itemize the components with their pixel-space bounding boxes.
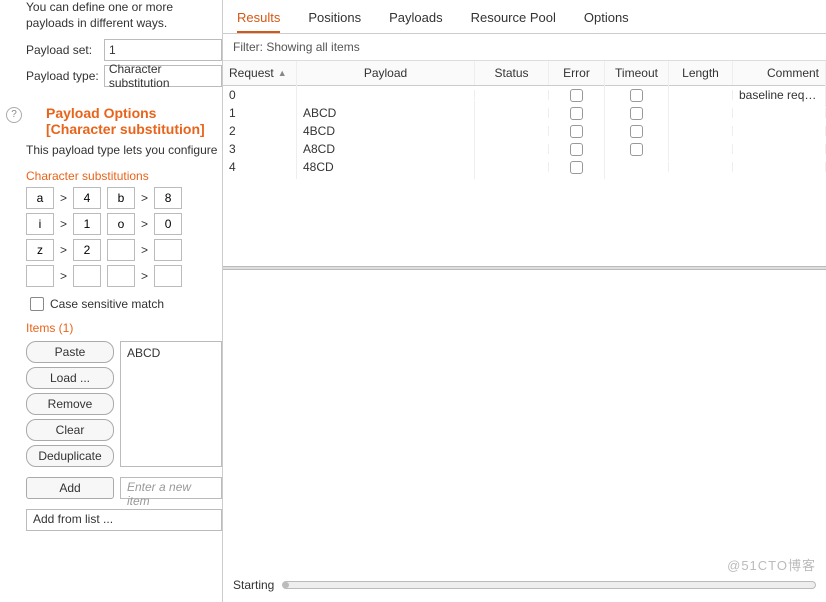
tab-options[interactable]: Options [584,4,629,33]
sub-to-input[interactable] [154,265,182,287]
case-sensitive-row[interactable]: Case sensitive match [30,297,222,311]
payload-options-title: Payload Options [Character substitution] [46,105,222,137]
error-checkbox[interactable] [570,107,583,120]
status-label: Starting [233,578,274,592]
options-desc: This payload type lets you configure [26,143,222,159]
arrow-icon: > [141,187,148,209]
timeout-checkbox[interactable] [630,89,643,102]
arrow-icon: > [141,213,148,235]
sub-to-input[interactable] [73,239,101,261]
error-checkbox[interactable] [570,143,583,156]
sort-asc-icon: ▲ [278,68,287,78]
payload-type-label: Payload type: [26,69,104,83]
sub-to-input[interactable] [73,187,101,209]
items-title: Items (1) [26,321,222,335]
payload-desc: You can define one or more payloads in d… [26,0,222,31]
error-checkbox[interactable] [570,89,583,102]
arrow-icon: > [60,187,67,209]
error-checkbox[interactable] [570,125,583,138]
arrow-icon: > [60,265,67,287]
clear-button[interactable]: Clear [26,419,114,441]
right-panel: Results Positions Payloads Resource Pool Opt… [222,0,826,602]
sub-from-input[interactable] [26,187,54,209]
sub-to-input[interactable] [73,265,101,287]
filter-bar[interactable]: Filter: Showing all items [223,34,826,61]
arrow-icon: > [60,213,67,235]
error-checkbox[interactable] [570,161,583,174]
sub-from-input[interactable] [26,265,54,287]
tab-positions[interactable]: Positions [308,4,361,33]
results-tabs: Results Positions Payloads Resource Pool Opt… [223,0,826,34]
items-listbox[interactable]: ABCD [120,341,222,467]
payload-set-label: Payload set: [26,43,104,57]
arrow-icon: > [141,265,148,287]
col-status[interactable]: Status [475,61,549,85]
paste-button[interactable]: Paste [26,341,114,363]
add-from-list-combo[interactable]: Add from list ... [26,509,222,531]
remove-button[interactable]: Remove [26,393,114,415]
add-item-input[interactable]: Enter a new item [120,477,222,499]
progress-bar [282,581,816,589]
subs-title: Character substitutions [26,169,222,183]
sub-from-input[interactable] [26,213,54,235]
col-comment[interactable]: Comment [733,61,826,85]
arrow-icon: > [60,239,67,261]
item-buttons: Paste Load ... Remove Clear Deduplicate [26,341,114,467]
watermark: @51CTO博客 [727,555,816,574]
col-error[interactable]: Error [549,61,605,85]
add-button[interactable]: Add [26,477,114,499]
table-row[interactable]: 448CD [223,158,826,176]
sub-from-input[interactable] [107,187,135,209]
tab-payloads[interactable]: Payloads [389,4,442,33]
timeout-checkbox[interactable] [630,125,643,138]
substitutions-grid: > > > > > > > > [26,187,222,287]
case-sensitive-label: Case sensitive match [50,297,164,311]
sub-to-input[interactable] [73,213,101,235]
table-body: 0baseline request1ABCD24BCD3A8CD448CD [223,86,826,176]
col-payload[interactable]: Payload [297,61,475,85]
left-panel: You can define one or more payloads in d… [0,0,222,602]
timeout-checkbox[interactable] [630,143,643,156]
col-length[interactable]: Length [669,61,733,85]
timeout-checkbox[interactable] [630,107,643,120]
sub-from-input[interactable] [26,239,54,261]
sub-from-input[interactable] [107,213,135,235]
payload-set-combo[interactable]: 1 [104,39,222,61]
deduplicate-button[interactable]: Deduplicate [26,445,114,467]
tab-resource-pool[interactable]: Resource Pool [471,4,556,33]
sub-from-input[interactable] [107,239,135,261]
load--button[interactable]: Load ... [26,367,114,389]
sub-to-input[interactable] [154,213,182,235]
sub-to-input[interactable] [154,187,182,209]
col-timeout[interactable]: Timeout [605,61,669,85]
sub-to-input[interactable] [154,239,182,261]
payload-type-combo[interactable]: Character substitution [104,65,222,87]
tab-results[interactable]: Results [237,4,280,33]
detail-pane [223,270,826,602]
col-request[interactable]: Request▲ [223,61,297,85]
sub-from-input[interactable] [107,265,135,287]
arrow-icon: > [141,239,148,261]
list-item[interactable]: ABCD [127,346,215,360]
case-sensitive-checkbox[interactable] [30,297,44,311]
